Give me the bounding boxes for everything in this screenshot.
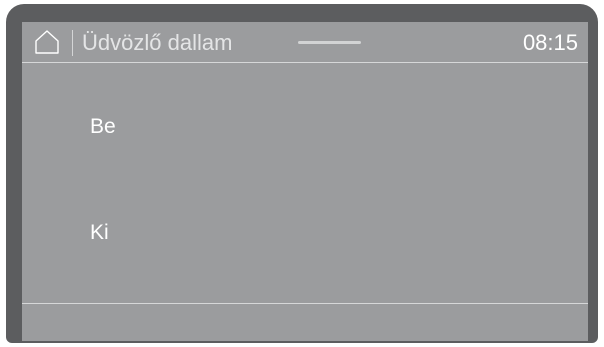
footer-divider-line [22, 303, 588, 304]
display-screen: Üdvözlő dallam 08:15 Be Ki [22, 22, 588, 341]
option-off[interactable]: Ki [22, 182, 588, 282]
header-divider [72, 30, 73, 56]
option-on-label: Be [90, 115, 116, 138]
page-title: Üdvözlő dallam [82, 30, 233, 55]
clock-time: 08:15 [522, 30, 578, 55]
header-bar: Üdvözlő dallam 08:15 [22, 22, 588, 62]
home-icon[interactable] [34, 29, 60, 55]
option-off-label: Ki [90, 221, 109, 244]
device-bezel: Üdvözlő dallam 08:15 Be Ki [6, 4, 598, 343]
header-divider-line [22, 62, 588, 63]
option-on[interactable]: Be [22, 78, 588, 178]
